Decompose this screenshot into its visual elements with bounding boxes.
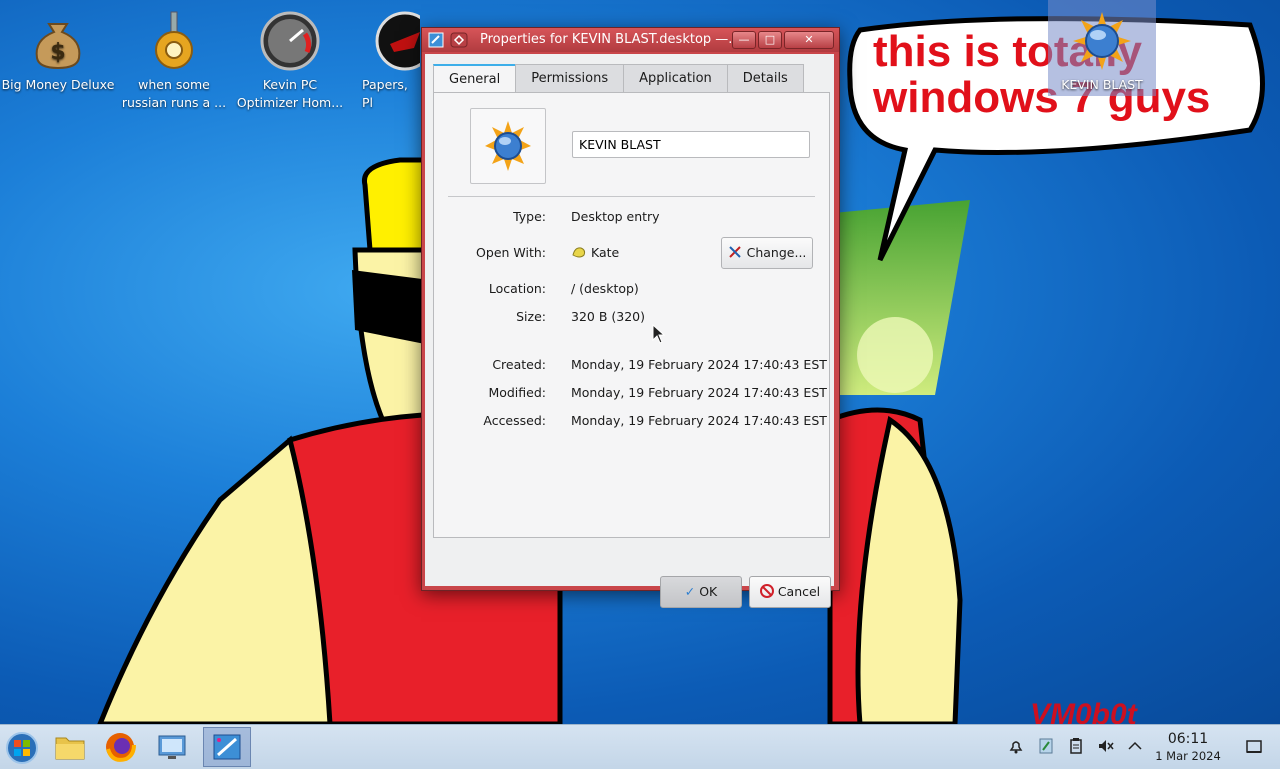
desktop-icon-label: Kevin PC Optimizer Hom... (236, 77, 344, 110)
tools-icon (728, 246, 741, 258)
notifications-icon[interactable] (1007, 737, 1025, 755)
close-button[interactable]: ✕ (784, 31, 834, 49)
modified-value: Monday, 19 February 2024 17:40:43 EST (571, 385, 827, 400)
network-icon[interactable] (1037, 737, 1055, 755)
volume-muted-icon[interactable] (1097, 737, 1115, 755)
svg-text:$: $ (50, 40, 65, 65)
accessed-label: Accessed: (483, 413, 546, 428)
created-label: Created: (492, 357, 546, 372)
window-title: Properties for KEVIN BLAST.desktop —... (480, 32, 741, 47)
show-hidden-icons-icon[interactable] (1126, 737, 1144, 755)
open-with-value: Kate (591, 245, 620, 260)
general-panel: Type: Desktop entry Open With: Kate Chan… (433, 92, 830, 538)
taskbar-system-settings[interactable] (150, 727, 194, 767)
tab-details[interactable]: Details (726, 64, 804, 93)
desktop-icon-papers-please[interactable]: Papers, Pl (348, 0, 420, 112)
system-settings-icon (158, 735, 186, 759)
minimize-icon: — (738, 33, 750, 46)
speech-bubble-line-2: windows 7 guys (872, 73, 1210, 122)
size-label: Size: (516, 309, 546, 324)
location-label: Location: (488, 281, 546, 296)
firefox-icon (106, 733, 136, 762)
start-button[interactable] (0, 727, 44, 767)
tab-bar: General Permissions Application Details (433, 64, 804, 95)
type-label: Type: (513, 209, 546, 224)
show-desktop-icon[interactable] (1245, 737, 1263, 755)
desktop-icon-label: Big Money Deluxe (1, 77, 115, 92)
window-menu-icon[interactable] (428, 32, 444, 48)
type-value: Desktop entry (571, 209, 660, 224)
clipboard-icon[interactable] (1067, 737, 1085, 755)
size-value: 320 B (320) (571, 309, 645, 324)
desktop-icon-russian[interactable]: when some russian runs a ... (116, 0, 232, 112)
desktop-icon-kevin-pc-optimizer[interactable]: Kevin PC Optimizer Hom... (232, 0, 348, 112)
created-value: Monday, 19 February 2024 17:40:43 EST (571, 357, 827, 372)
tab-application[interactable]: Application (623, 64, 728, 93)
desktop-icon-kevin-blast[interactable]: KEVIN BLAST (1048, 0, 1156, 96)
modified-label: Modified: (488, 385, 546, 400)
taskbar-firefox[interactable] (98, 727, 142, 767)
keep-above-icon[interactable] (450, 32, 468, 48)
properties-window: Properties for KEVIN BLAST.desktop —... … (421, 27, 840, 608)
separator (448, 196, 815, 197)
change-label: Change... (746, 245, 807, 260)
start-menu-icon (6, 732, 38, 764)
maximize-icon: □ (764, 33, 776, 46)
window-client: General Permissions Application Details … (425, 54, 834, 608)
mouse-cursor-icon (652, 324, 666, 344)
taskbar-properties-window[interactable] (203, 727, 251, 767)
maximize-button[interactable]: □ (758, 31, 782, 49)
cancel-button[interactable]: Cancel (749, 576, 831, 608)
sun-globe-icon (485, 121, 531, 171)
location-value: / (desktop) (571, 281, 639, 296)
desktop-icon-label: Papers, Pl (362, 77, 408, 110)
cancel-icon (759, 584, 774, 598)
change-button[interactable]: Change... (721, 237, 813, 269)
kate-icon (572, 247, 586, 258)
clock-date: 1 Mar 2024 (1155, 749, 1221, 763)
watermark: VM0b0t (1030, 698, 1139, 724)
red-emblem-icon (375, 11, 420, 71)
file-manager-icon (55, 737, 85, 760)
desktop-icon-big-money-deluxe[interactable]: $ Big Money Deluxe (0, 0, 116, 94)
ok-button[interactable]: ✓ OK (660, 576, 742, 608)
desktop-icon-label: when some russian runs a ... (121, 77, 227, 110)
money-bag-icon: $ (35, 23, 81, 70)
accessed-value: Monday, 19 February 2024 17:40:43 EST (571, 413, 827, 428)
sun-globe-icon (1073, 12, 1131, 70)
ok-label: OK (699, 584, 718, 599)
name-field[interactable] (572, 131, 810, 158)
window-titlebar[interactable]: Properties for KEVIN BLAST.desktop —... … (422, 28, 839, 52)
cancel-label: Cancel (777, 584, 821, 599)
properties-window-icon (213, 734, 241, 760)
speedometer-icon (260, 11, 320, 71)
checkmark-icon: ✓ (684, 584, 696, 599)
icon-picker-button[interactable] (470, 108, 546, 184)
taskbar: 06:11 1 Mar 2024 (0, 724, 1280, 769)
clock-time: 06:11 (1167, 731, 1209, 747)
close-icon: ✕ (804, 33, 814, 46)
taskbar-file-manager[interactable] (48, 727, 92, 767)
open-with-value-group: Kate (571, 245, 619, 260)
desktop-icon-label: KEVIN BLAST (1061, 77, 1143, 92)
golden-gear-icon (155, 11, 193, 69)
tab-permissions[interactable]: Permissions (515, 64, 625, 93)
minimize-button[interactable]: — (732, 31, 756, 49)
open-with-label: Open With: (476, 245, 546, 260)
tab-general[interactable]: General (433, 64, 517, 95)
